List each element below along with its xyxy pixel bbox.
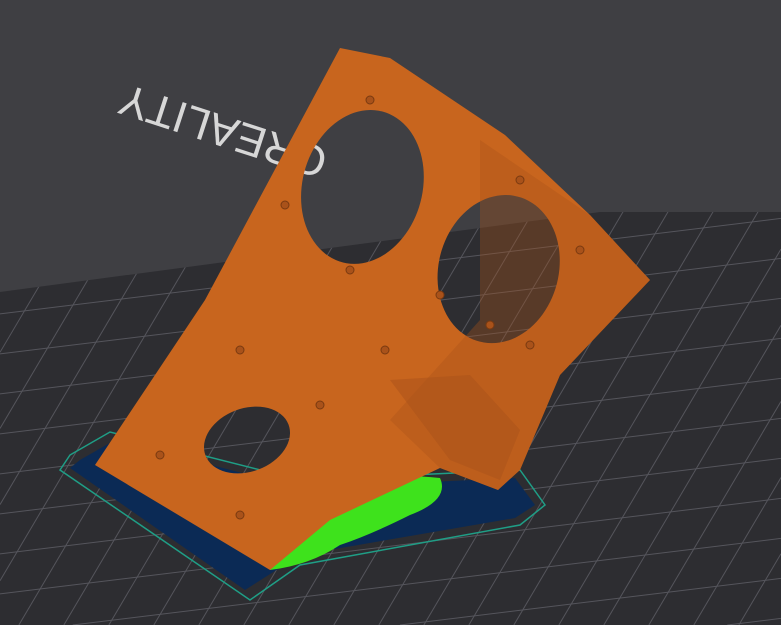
screw-hole xyxy=(155,450,165,460)
screw-hole xyxy=(575,245,585,255)
screw-hole xyxy=(235,510,245,520)
grid-line xyxy=(0,212,43,277)
screw-hole xyxy=(345,265,355,275)
screw-hole xyxy=(435,290,445,300)
grid-line xyxy=(0,212,237,235)
screw-hole xyxy=(280,200,290,210)
scene: CREALITY xyxy=(0,48,781,625)
screw-hole xyxy=(380,345,390,355)
screw-hole xyxy=(515,175,525,185)
screw-hole xyxy=(365,95,375,105)
screw-hole xyxy=(235,345,245,355)
screw-hole xyxy=(315,400,325,410)
screw-hole xyxy=(485,320,495,330)
screw-hole xyxy=(525,340,535,350)
slicer-3d-viewport[interactable]: CREALITY xyxy=(0,0,781,625)
